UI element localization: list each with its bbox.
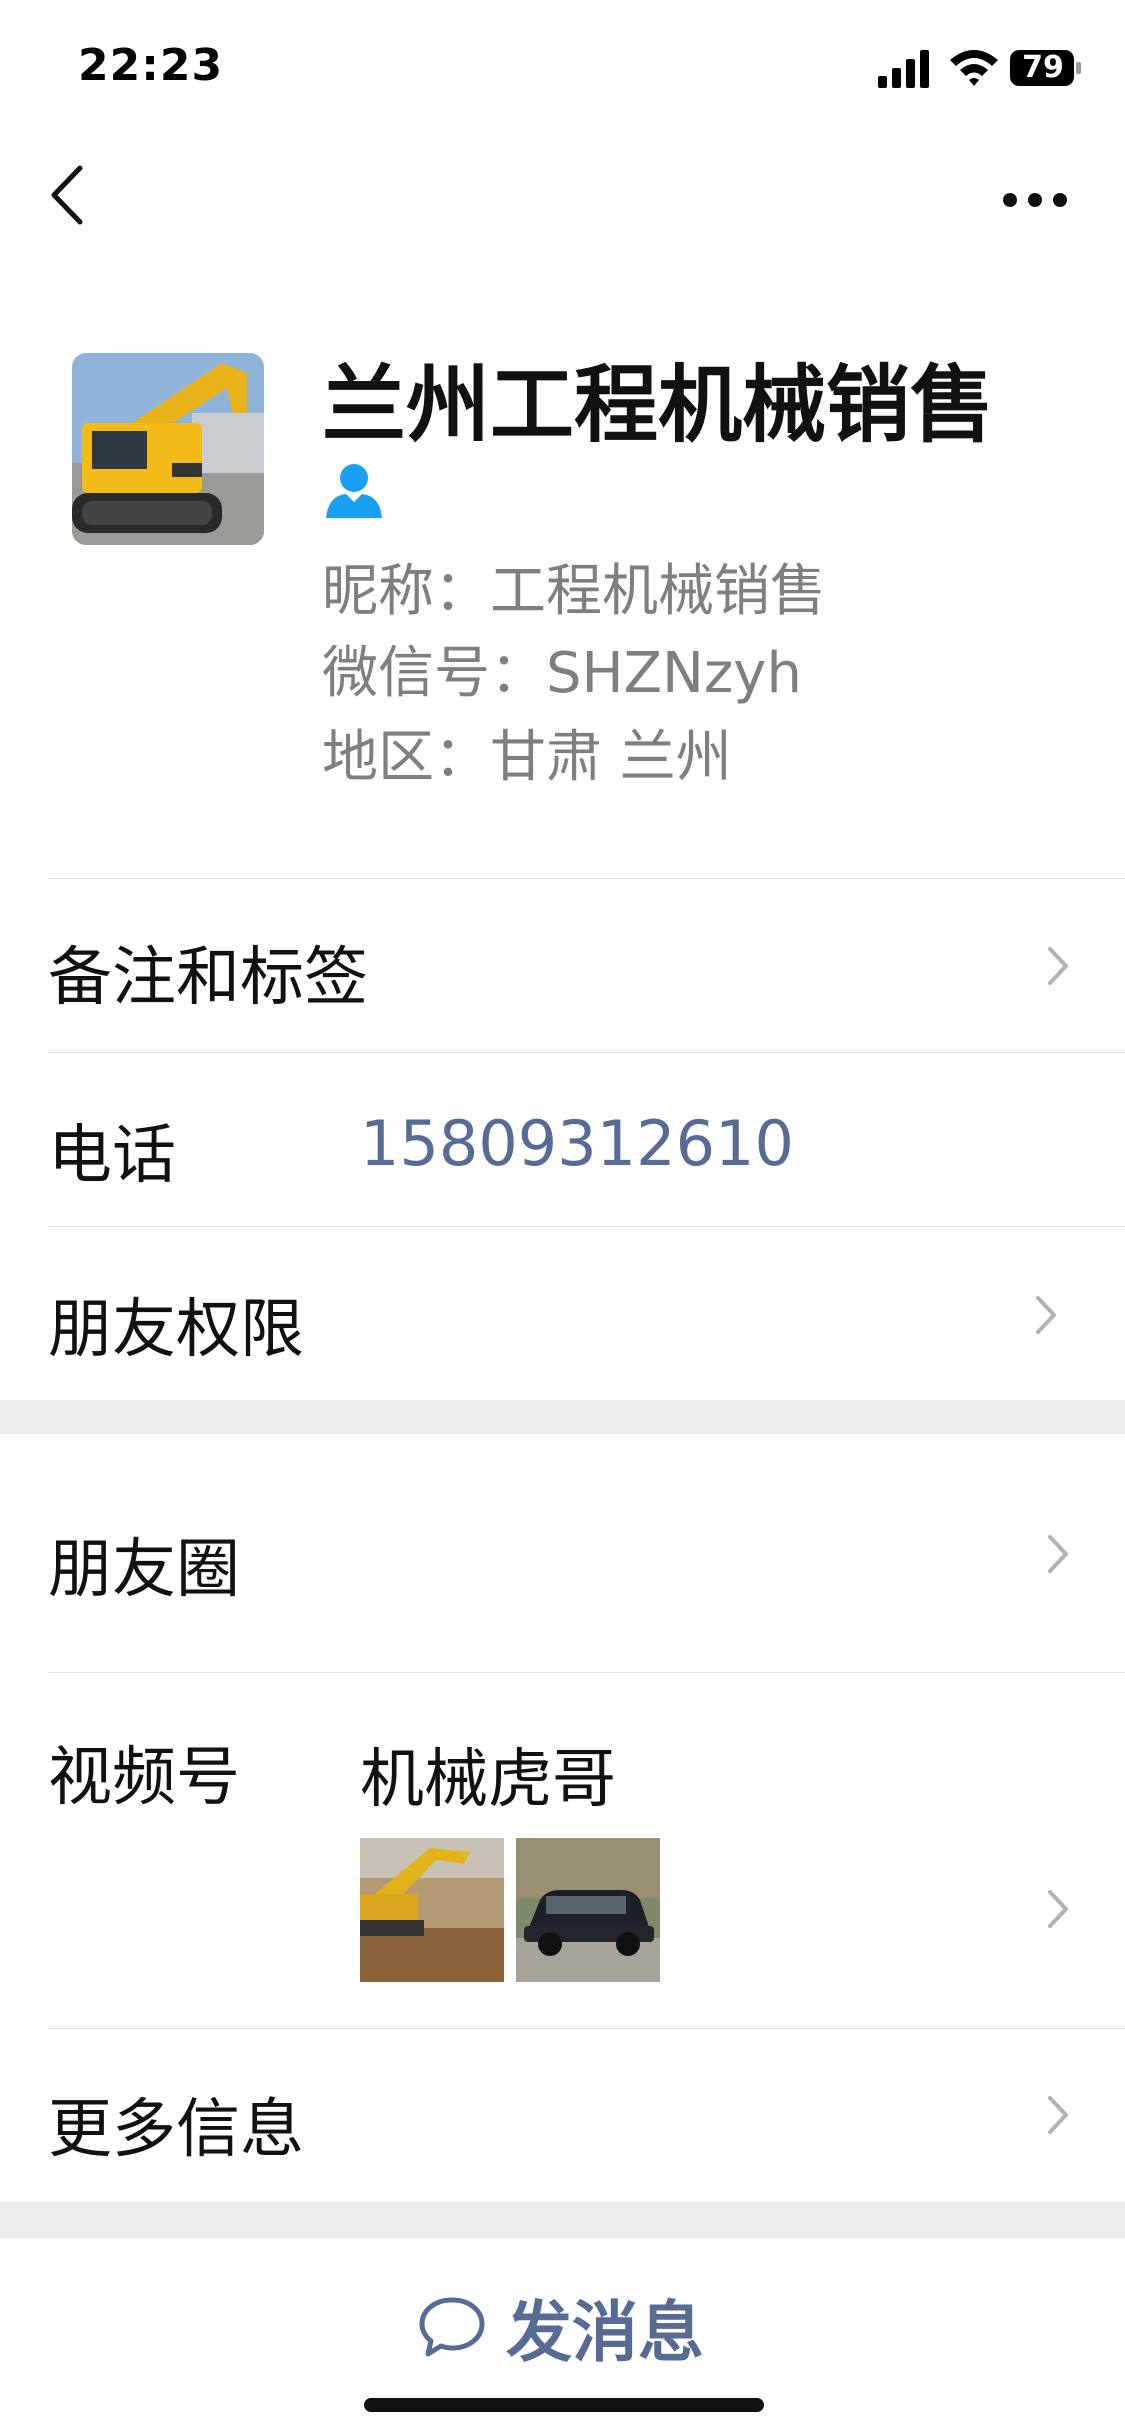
excavator-avatar-image	[72, 353, 264, 545]
wifi-icon	[950, 50, 998, 86]
nickname-text: 昵称：工程机械销售	[322, 559, 826, 624]
divider	[48, 1052, 1125, 1053]
channels-label[interactable]: 视频号	[48, 1726, 240, 1818]
divider	[48, 1672, 1125, 1673]
back-arrow-icon[interactable]	[48, 160, 88, 230]
phone-label: 电话	[48, 1119, 176, 1193]
channels-thumbnail[interactable]	[516, 1838, 660, 1982]
divider	[48, 878, 1125, 879]
send-message-label: 发消息	[506, 2294, 704, 2371]
send-message-button[interactable]: 发消息	[418, 2282, 704, 2372]
chat-bubble-icon	[419, 2297, 485, 2357]
wechat-id-text: 微信号：SHZNzyh	[322, 641, 802, 706]
chevron-right-icon	[1048, 1890, 1068, 1928]
more-icon[interactable]	[1000, 190, 1070, 210]
excavator-thumbnail-image	[360, 1838, 504, 1982]
chevron-right-icon	[1048, 947, 1068, 985]
region-text: 地区：甘肃 兰州	[322, 725, 732, 790]
channels-thumbnail[interactable]	[360, 1838, 504, 1982]
home-indicator	[364, 2398, 764, 2412]
chevron-right-icon	[1048, 2096, 1068, 2134]
suv-thumbnail-image	[516, 1838, 660, 1982]
battery-level: 79	[1022, 50, 1064, 85]
more-info-row[interactable]: 更多信息	[48, 2078, 304, 2170]
status-time: 22:23	[78, 40, 224, 91]
contact-name: 兰州工程机械销售	[322, 356, 995, 454]
battery-indicator: 79	[1010, 50, 1082, 86]
channels-name[interactable]: 机械虎哥	[360, 1728, 616, 1820]
user-icon	[326, 464, 382, 518]
divider	[48, 2028, 1125, 2029]
phone-number-link[interactable]: 15809312610	[360, 1107, 794, 1180]
remarks-tags-row[interactable]: 备注和标签	[48, 926, 368, 1018]
avatar[interactable]	[72, 353, 264, 545]
cellular-signal-icon	[878, 50, 929, 88]
friend-permissions-row[interactable]: 朋友权限	[48, 1278, 304, 1370]
chevron-right-icon	[1036, 1296, 1056, 1334]
divider	[48, 1226, 1125, 1227]
chevron-right-icon	[1048, 1535, 1068, 1573]
moments-row[interactable]: 朋友圈	[48, 1518, 240, 1610]
